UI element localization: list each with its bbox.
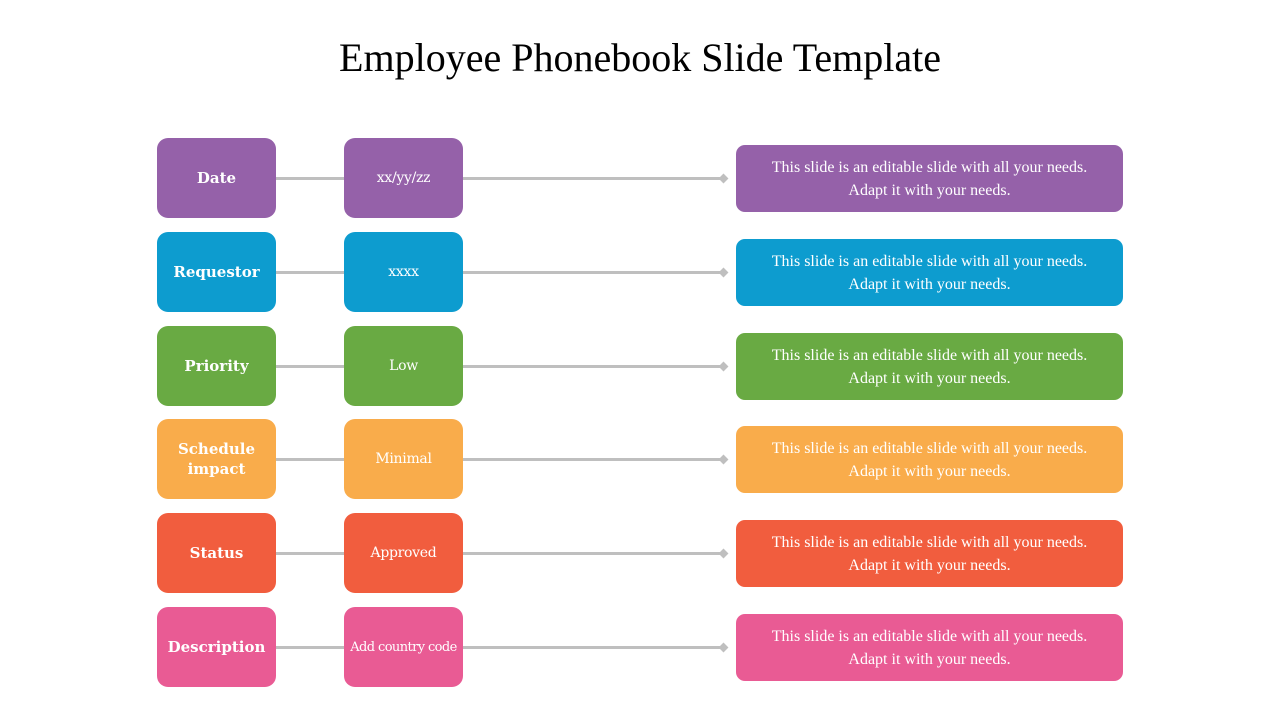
connector-arrow-line	[463, 271, 725, 274]
row-requestor: Requestor xxxx This slide is an editable…	[0, 232, 1280, 312]
description-line-2: Adapt it with your needs.	[848, 556, 1011, 574]
description-box: This slide is an editable slide with all…	[736, 426, 1123, 493]
connector-arrow-line	[463, 177, 725, 180]
connector-line	[276, 177, 344, 180]
value-box: Approved	[344, 513, 463, 593]
value-box: Add country code	[344, 607, 463, 687]
connector-arrow-line	[463, 646, 725, 649]
description-line-1: This slide is an editable slide with all…	[771, 252, 1088, 270]
connector-line	[276, 365, 344, 368]
label-box: Requestor	[157, 232, 276, 312]
label-text: Status	[189, 544, 244, 562]
description-line-2: Adapt it with your needs.	[848, 462, 1011, 480]
label-box: Date	[157, 138, 276, 218]
description-line-1: This slide is an editable slide with all…	[771, 533, 1088, 551]
value-box: Low	[344, 326, 463, 406]
row-priority: Priority Low This slide is an editable s…	[0, 326, 1280, 406]
description-box: This slide is an editable slide with all…	[736, 239, 1123, 306]
value-text: Add country code	[350, 639, 457, 655]
row-schedule-impact: Schedule impact Minimal This slide is an…	[0, 419, 1280, 499]
diamond-marker-icon	[718, 454, 729, 465]
label-text: Schedule impact	[177, 440, 256, 478]
value-box: Minimal	[344, 419, 463, 499]
value-text: Low	[389, 358, 418, 374]
value-text: Minimal	[375, 451, 432, 467]
row-description: Description Add country code This slide …	[0, 607, 1280, 687]
description-box: This slide is an editable slide with all…	[736, 614, 1123, 681]
value-text: xxxx	[388, 264, 419, 280]
value-text: xx/yy/zz	[376, 170, 431, 186]
description-line-1: This slide is an editable slide with all…	[771, 346, 1088, 364]
diamond-marker-icon	[718, 361, 729, 372]
label-text: Date	[196, 169, 237, 187]
label-box: Description	[157, 607, 276, 687]
label-text: Description	[167, 638, 266, 656]
label-box: Schedule impact	[157, 419, 276, 499]
description-line-1: This slide is an editable slide with all…	[771, 158, 1088, 176]
description-line-2: Adapt it with your needs.	[848, 369, 1011, 387]
value-text: Approved	[370, 545, 437, 561]
row-status: Status Approved This slide is an editabl…	[0, 513, 1280, 593]
description-line-1: This slide is an editable slide with all…	[771, 439, 1088, 457]
row-date: Date xx/yy/zz This slide is an editable …	[0, 138, 1280, 218]
diamond-marker-icon	[718, 267, 729, 278]
connector-line	[276, 646, 344, 649]
connector-arrow-line	[463, 552, 725, 555]
description-box: This slide is an editable slide with all…	[736, 333, 1123, 400]
connector-line	[276, 271, 344, 274]
description-box: This slide is an editable slide with all…	[736, 520, 1123, 587]
diamond-marker-icon	[718, 548, 729, 559]
description-box: This slide is an editable slide with all…	[736, 145, 1123, 212]
connector-arrow-line	[463, 365, 725, 368]
description-line-2: Adapt it with your needs.	[848, 181, 1011, 199]
value-box: xxxx	[344, 232, 463, 312]
label-box: Priority	[157, 326, 276, 406]
connector-arrow-line	[463, 458, 725, 461]
value-box: xx/yy/zz	[344, 138, 463, 218]
label-box: Status	[157, 513, 276, 593]
description-line-1: This slide is an editable slide with all…	[771, 627, 1088, 645]
connector-line	[276, 458, 344, 461]
slide-title: Employee Phonebook Slide Template	[339, 35, 941, 80]
label-text: Priority	[184, 357, 249, 375]
description-line-2: Adapt it with your needs.	[848, 275, 1011, 293]
label-text: Requestor	[173, 263, 260, 281]
diamond-marker-icon	[718, 642, 729, 653]
diamond-marker-icon	[718, 173, 729, 184]
description-line-2: Adapt it with your needs.	[848, 650, 1011, 668]
connector-line	[276, 552, 344, 555]
